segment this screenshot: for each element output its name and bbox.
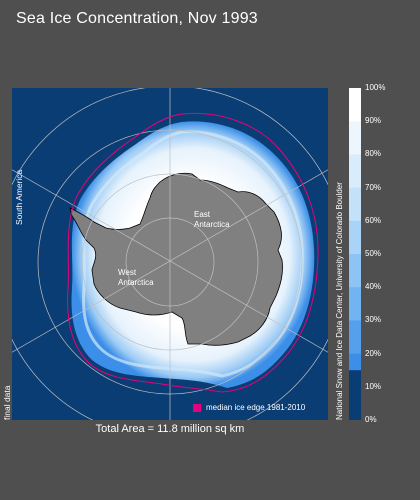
total-area: Total Area = 11.8 million sq km [95, 423, 245, 435]
colorbar-tick-label: 10% [365, 381, 382, 391]
colorbar-tick-label: 80% [365, 149, 382, 159]
median-edge-legend: median ice edge 1981-2010 [193, 403, 305, 412]
colorbar-tick-label: 30% [365, 315, 382, 325]
credit-line: National Snow and Ice Data Center, Unive… [335, 182, 344, 420]
label-south-america: South America [14, 169, 24, 225]
status-label: final data [2, 385, 12, 421]
sea-ice-map [12, 88, 328, 420]
colorbar-tick-label: 70% [365, 182, 382, 192]
concentration-colorbar [349, 88, 361, 421]
colorbar-tick-label: 40% [365, 282, 382, 292]
colorbar-tick-label: 90% [365, 116, 382, 126]
colorbar-segment [349, 254, 361, 288]
median-edge-legend-label: median ice edge 1981-2010 [206, 403, 306, 412]
label-east-antarctica: East Antarctica [194, 210, 230, 229]
colorbar-svg [349, 88, 361, 421]
colorbar-segment [349, 154, 361, 189]
colorbar-tick-label: 20% [365, 348, 382, 358]
map-svg [12, 88, 328, 420]
colorbar-segment [349, 287, 361, 321]
colorbar-tick-label: 0% [365, 415, 377, 424]
colorbar-segment [349, 320, 361, 355]
colorbar-segment [349, 121, 361, 155]
map-title: Sea Ice Concentration, Nov 1993 [16, 10, 258, 27]
colorbar-segment [349, 187, 361, 222]
colorbar-tick-label: 50% [365, 249, 382, 258]
median-edge-swatch [193, 403, 201, 412]
label-west-antarctica: West Antarctica [118, 268, 154, 287]
colorbar-tick-label: 100% [365, 83, 386, 92]
colorbar-segment [349, 370, 361, 420]
colorbar-tick-label: 60% [365, 215, 382, 225]
colorbar-segment [349, 220, 361, 255]
colorbar-segment [349, 88, 361, 122]
